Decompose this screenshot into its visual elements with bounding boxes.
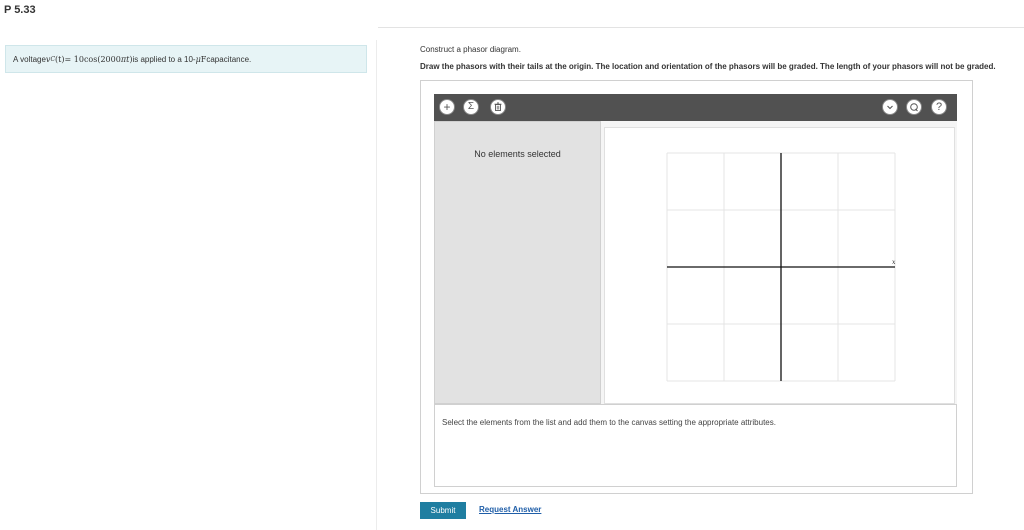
hint-panel: Select the elements from the list and ad… (434, 404, 957, 487)
plus-icon[interactable]: + (439, 99, 455, 115)
instruction-text: Construct a phasor diagram. (420, 45, 521, 54)
hint-text: Select the elements from the list and ad… (442, 418, 776, 427)
drawing-toolbar: + Σ ? (434, 94, 957, 121)
no-selection-text: No elements selected (474, 149, 561, 159)
phasor-canvas[interactable]: x (604, 127, 955, 404)
chevron-down-icon[interactable] (882, 99, 898, 115)
sigma-icon[interactable]: Σ (463, 99, 479, 115)
selection-panel: No elements selected (434, 121, 601, 404)
reset-icon[interactable] (906, 99, 922, 115)
trash-icon[interactable] (490, 99, 506, 115)
instruction-bold-text: Draw the phasors with their tails at the… (420, 62, 996, 71)
help-icon[interactable]: ? (931, 99, 947, 115)
submit-button[interactable]: Submit (420, 502, 466, 519)
page-title: P 5.33 (4, 4, 36, 16)
column-divider (376, 40, 377, 530)
header-divider (378, 27, 1024, 28)
problem-statement: A voltage v C (t) = 10cos(2000 πt) is appli… (5, 45, 367, 73)
request-answer-link[interactable]: Request Answer (479, 505, 541, 514)
